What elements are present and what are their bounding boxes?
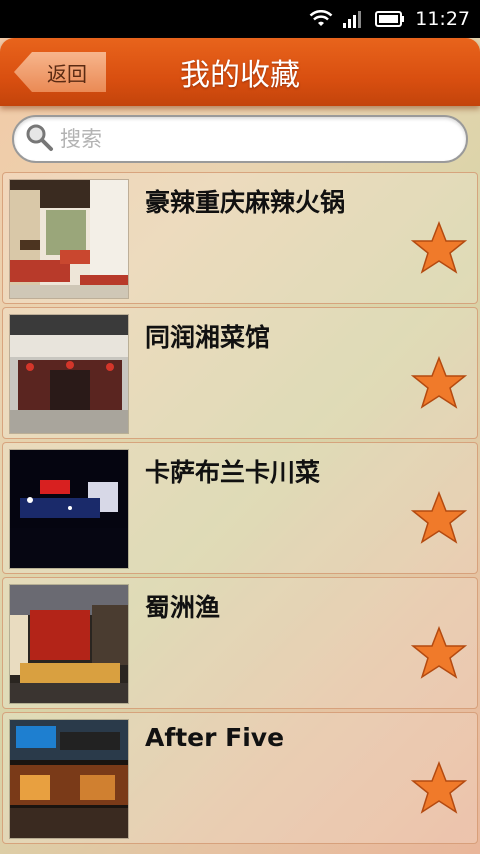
search-input[interactable]: [60, 127, 440, 151]
list-item[interactable]: 蜀洲渔: [2, 577, 478, 709]
restaurant-name: 豪辣重庆麻辣火锅: [145, 188, 346, 217]
favorite-star-icon[interactable]: [411, 491, 467, 545]
status-bar: 11:27: [0, 0, 480, 38]
favorite-star-icon[interactable]: [411, 626, 467, 680]
restaurant-photo: [9, 449, 129, 569]
restaurant-name: After Five: [145, 723, 285, 752]
restaurant-photo: [9, 584, 129, 704]
status-time: 11:27: [415, 8, 470, 30]
wifi-icon: [309, 10, 333, 28]
battery-icon: [375, 10, 405, 28]
search-box[interactable]: [12, 115, 468, 163]
search-icon: [24, 122, 54, 156]
restaurant-photo: [9, 314, 129, 434]
signal-icon: [343, 10, 365, 28]
favorite-star-icon[interactable]: [411, 761, 467, 815]
list-item[interactable]: 卡萨布兰卡川菜: [2, 442, 478, 574]
restaurant-photo: [9, 719, 129, 839]
favorite-star-icon[interactable]: [411, 221, 467, 275]
favorites-list: 豪辣重庆麻辣火锅 同润湘菜馆 卡萨布兰卡川菜 蜀洲渔 After Five: [0, 172, 480, 847]
list-item[interactable]: After Five: [2, 712, 478, 844]
list-item[interactable]: 同润湘菜馆: [2, 307, 478, 439]
restaurant-name: 卡萨布兰卡川菜: [145, 458, 321, 487]
back-button[interactable]: 返回: [14, 52, 106, 92]
list-item[interactable]: 豪辣重庆麻辣火锅: [2, 172, 478, 304]
title-bar: 我的收藏 返回: [0, 38, 480, 106]
favorite-star-icon[interactable]: [411, 356, 467, 410]
restaurant-name: 蜀洲渔: [145, 593, 221, 622]
restaurant-name: 同润湘菜馆: [145, 323, 271, 352]
restaurant-photo: [9, 179, 129, 299]
